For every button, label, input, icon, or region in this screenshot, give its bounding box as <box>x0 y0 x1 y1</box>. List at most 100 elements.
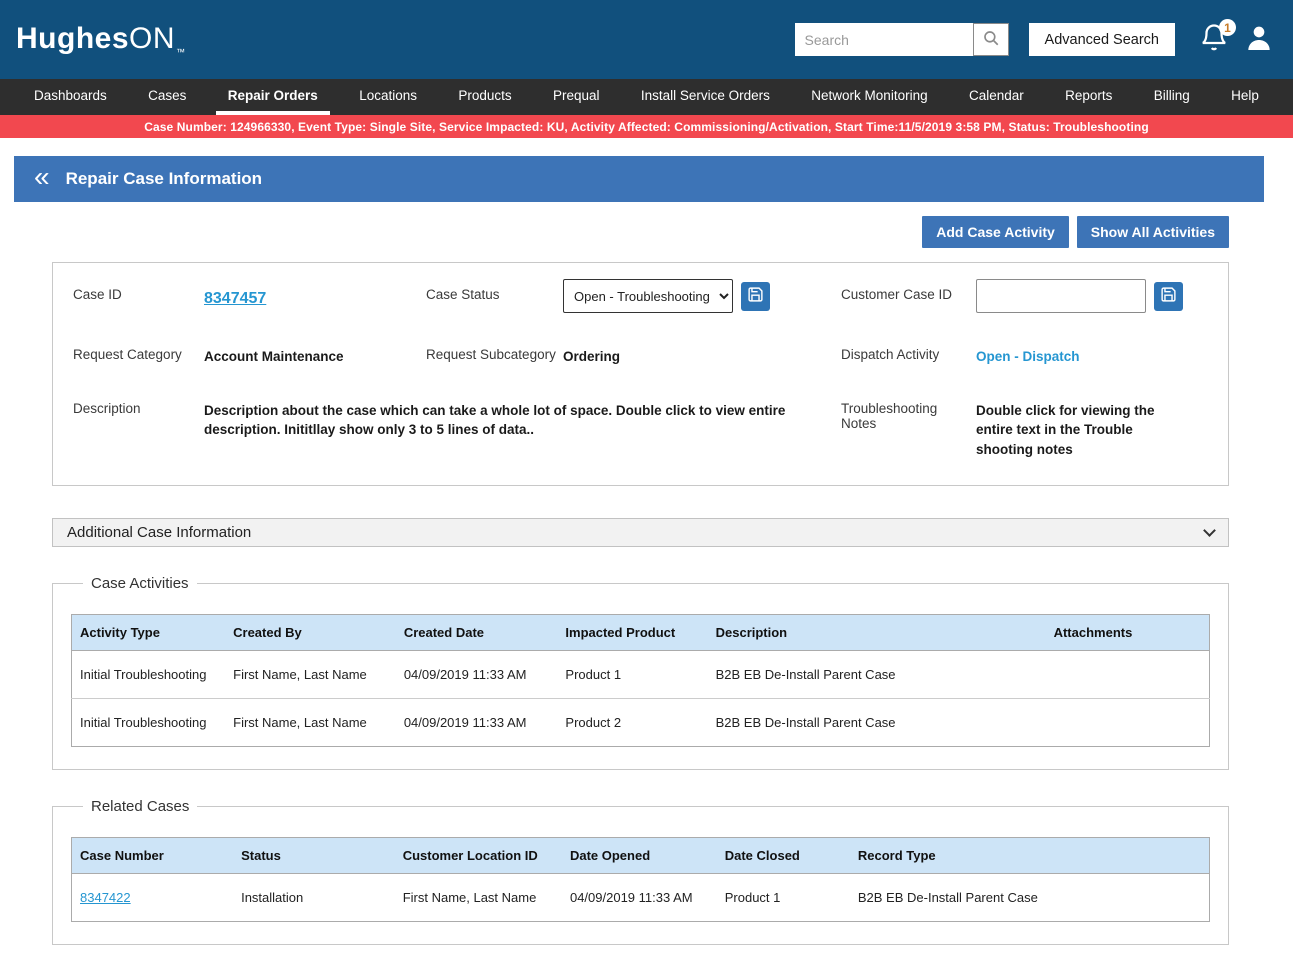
case-activities-section: Case Activities Activity TypeCreated ByC… <box>52 575 1229 770</box>
table-cell: Product 1 <box>717 874 850 922</box>
column-header-customer-location-id: Customer Location ID <box>395 838 562 874</box>
table-cell: Product 1 <box>557 651 707 699</box>
show-all-activities-button[interactable]: Show All Activities <box>1077 216 1229 248</box>
logo-regular: ON <box>129 22 175 55</box>
bell-icon <box>1199 41 1229 56</box>
page-title: Repair Case Information <box>66 169 263 189</box>
top-header: HughesON™ Advanced Search 1 <box>0 0 1293 79</box>
logo-trademark: ™ <box>176 47 186 57</box>
nav-item-prequal[interactable]: Prequal <box>541 79 612 115</box>
case-details-card: Case ID 8347457 Case Status Open - Troub… <box>52 262 1229 486</box>
column-header-created-date: Created Date <box>396 615 558 651</box>
column-header-case-number: Case Number <box>72 838 234 874</box>
actions-row: Add Case Activity Show All Activities <box>52 216 1229 248</box>
add-case-activity-button[interactable]: Add Case Activity <box>922 216 1069 248</box>
notification-badge: 1 <box>1219 19 1236 36</box>
table-cell <box>1046 651 1210 699</box>
save-customer-case-id-button[interactable] <box>1154 282 1183 311</box>
related-cases-table: Case NumberStatusCustomer Location IDDat… <box>71 837 1210 922</box>
case-status-select[interactable]: Open - Troubleshooting <box>563 279 733 313</box>
dispatch-activity-label: Dispatch Activity <box>841 339 976 362</box>
page-title-bar: « Repair Case Information <box>14 156 1264 202</box>
save-icon <box>1160 286 1177 306</box>
table-cell: 04/09/2019 11:33 AM <box>396 651 558 699</box>
case-status-label: Case Status <box>426 279 563 302</box>
table-cell: Initial Troubleshooting <box>72 699 226 747</box>
related-cases-title: Related Cases <box>83 798 197 815</box>
back-chevrons-icon[interactable]: « <box>34 163 50 191</box>
table-cell: First Name, Last Name <box>225 651 396 699</box>
customer-case-id-input[interactable] <box>976 279 1146 313</box>
search-box <box>795 23 1009 56</box>
search-button[interactable] <box>973 23 1009 56</box>
column-header-record-type: Record Type <box>850 838 1210 874</box>
nav-item-network-monitoring[interactable]: Network Monitoring <box>799 79 939 115</box>
dispatch-activity-link[interactable]: Open - Dispatch <box>976 349 1080 364</box>
nav-item-cases[interactable]: Cases <box>136 79 198 115</box>
logo-bold: Hughes <box>16 22 129 55</box>
column-header-date-opened: Date Opened <box>562 838 717 874</box>
notifications-button[interactable]: 1 <box>1199 23 1229 56</box>
nav-item-products[interactable]: Products <box>446 79 523 115</box>
request-subcategory-label: Request Subcategory <box>426 339 563 362</box>
table-row: 8347422 InstallationFirst Name, Last Name… <box>72 874 1210 922</box>
table-cell <box>1046 699 1210 747</box>
related-cases-section: Related Cases Case NumberStatusCustomer … <box>52 798 1229 945</box>
request-category-value: Account Maintenance <box>204 339 426 367</box>
table-cell: Installation <box>233 874 395 922</box>
request-subcategory-value: Ordering <box>563 339 841 367</box>
table-cell: First Name, Last Name <box>225 699 396 747</box>
case-number-link[interactable]: 8347422 <box>80 890 131 905</box>
nav-item-billing[interactable]: Billing <box>1142 79 1202 115</box>
column-header-created-by: Created By <box>225 615 396 651</box>
hugheson-logo[interactable]: HughesON™ <box>16 22 186 57</box>
table-cell: 8347422 <box>72 874 234 922</box>
search-icon <box>982 29 1000 50</box>
description-value[interactable]: Description about the case which can tak… <box>204 393 841 440</box>
user-icon <box>1243 42 1275 57</box>
advanced-search-button[interactable]: Advanced Search <box>1029 23 1175 56</box>
table-cell: Initial Troubleshooting <box>72 651 226 699</box>
table-row: Initial TroubleshootingFirst Name, Last … <box>72 651 1210 699</box>
table-cell: B2B EB De-Install Parent Case <box>708 699 1046 747</box>
table-cell: 04/09/2019 11:33 AM <box>562 874 717 922</box>
additional-case-information-bar[interactable]: Additional Case Information <box>52 518 1229 547</box>
save-icon <box>747 286 764 306</box>
table-cell: First Name, Last Name <box>395 874 562 922</box>
nav-item-calendar[interactable]: Calendar <box>957 79 1036 115</box>
nav: Dashboards Cases Repair Orders Locations Pro… <box>0 79 1293 115</box>
nav-item-repair-orders[interactable]: Repair Orders <box>216 79 330 115</box>
customer-case-id-label: Customer Case ID <box>841 279 976 302</box>
description-label: Description <box>73 393 204 416</box>
case-alert-banner: Case Number: 124966330, Event Type: Sing… <box>0 115 1293 138</box>
nav-item-help[interactable]: Help <box>1219 79 1271 115</box>
table-cell: B2B EB De-Install Parent Case <box>708 651 1046 699</box>
troubleshooting-notes-value[interactable]: Double click for viewing the entire text… <box>976 393 1208 460</box>
troubleshooting-notes-label: Troubleshooting Notes <box>841 393 976 431</box>
chevron-down-icon <box>1203 524 1216 537</box>
table-cell: 04/09/2019 11:33 AM <box>396 699 558 747</box>
table-row: Initial TroubleshootingFirst Name, Last … <box>72 699 1210 747</box>
column-header-impacted-product: Impacted Product <box>557 615 707 651</box>
column-header-date-closed: Date Closed <box>717 838 850 874</box>
user-profile-button[interactable] <box>1243 22 1275 57</box>
case-activities-table: Activity TypeCreated ByCreated DateImpac… <box>71 614 1210 747</box>
case-alert-text: Case Number: 124966330, Event Type: Sing… <box>144 120 1149 134</box>
column-header-attachments: Attachments <box>1046 615 1210 651</box>
column-header-status: Status <box>233 838 395 874</box>
additional-case-information-title: Additional Case Information <box>67 524 251 541</box>
nav-item-reports[interactable]: Reports <box>1053 79 1124 115</box>
nav-item-dashboards[interactable]: Dashboards <box>22 79 119 115</box>
nav-item-locations[interactable]: Locations <box>347 79 429 115</box>
table-cell: Product 2 <box>557 699 707 747</box>
case-id-label: Case ID <box>73 279 204 302</box>
request-category-label: Request Category <box>73 339 204 362</box>
search-input[interactable] <box>795 23 973 56</box>
save-case-status-button[interactable] <box>741 282 770 311</box>
column-header-activity-type: Activity Type <box>72 615 226 651</box>
column-header-description: Description <box>708 615 1046 651</box>
case-id-link[interactable]: 8347457 <box>204 290 266 307</box>
nav-item-install-service-orders[interactable]: Install Service Orders <box>629 79 782 115</box>
table-cell: B2B EB De-Install Parent Case <box>850 874 1210 922</box>
case-activities-title: Case Activities <box>83 575 197 592</box>
